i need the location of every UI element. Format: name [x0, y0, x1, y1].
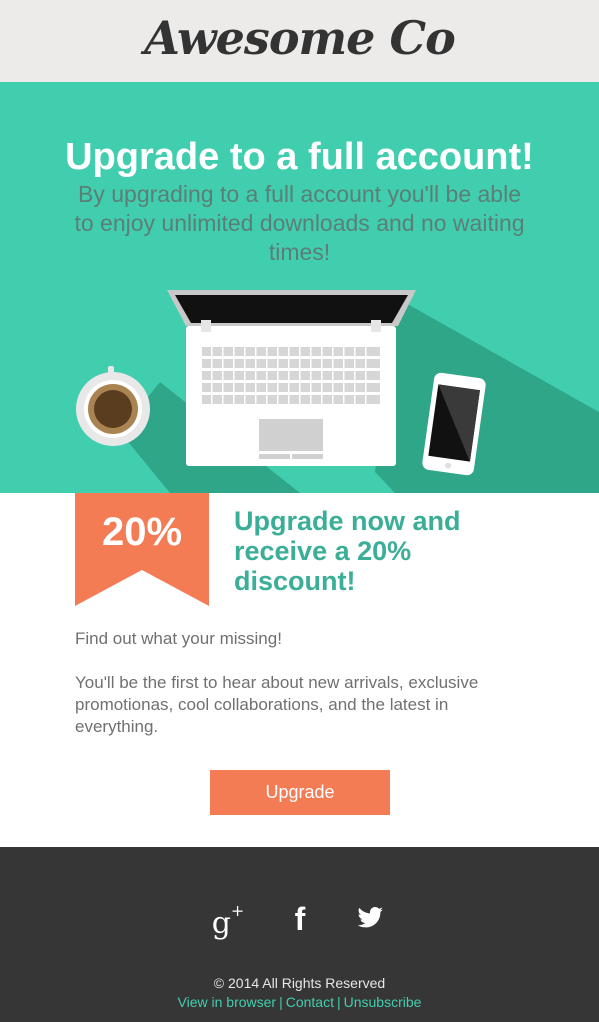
header: Awesome Co — [0, 0, 599, 82]
hero-banner: Upgrade to a full account! By upgrading … — [0, 82, 599, 493]
google-plus-sup: + — [230, 901, 245, 920]
intro-text: Find out what your missing! — [75, 629, 282, 648]
discount-badge: 20% — [101, 510, 183, 554]
twitter-bird-svg — [357, 907, 383, 928]
link-separator: | — [279, 994, 283, 1010]
description-text: You'll be the first to hear about new ar… — [75, 673, 479, 736]
google-plus-glyph: g — [211, 906, 231, 941]
hero-title: Upgrade to a full account! — [65, 136, 534, 178]
contact-link[interactable]: Contact — [286, 994, 334, 1010]
link-separator: | — [336, 994, 341, 1010]
twitter-icon[interactable] — [350, 897, 390, 937]
hero-subtitle: By upgrading to a full account you'll be… — [74, 181, 525, 265]
logo: Awesome Co — [144, 11, 456, 65]
upgrade-button[interactable]: Upgrade — [210, 770, 390, 815]
google-plus-icon[interactable]: g+ — [208, 897, 248, 941]
footer: g+ f © 2014 All Rights Reserved View in … — [0, 847, 599, 1022]
facebook-glyph: f — [294, 901, 306, 937]
offer-section: 20% Upgrade now and receive a 20% discou… — [0, 493, 599, 847]
coffee-cup-icon — [76, 366, 150, 446]
copyright-text: © 2014 All Rights Reserved — [213, 975, 386, 991]
laptop-icon — [167, 290, 416, 466]
footer-links: View in browser | Contact | Unsubscribe — [0, 993, 599, 1011]
unsubscribe-link[interactable]: Unsubscribe — [344, 994, 422, 1010]
view-in-browser-link[interactable]: View in browser — [178, 994, 277, 1010]
facebook-icon[interactable]: f — [280, 897, 320, 937]
offer-title: Upgrade now and receive a 20% discount! — [234, 506, 461, 596]
